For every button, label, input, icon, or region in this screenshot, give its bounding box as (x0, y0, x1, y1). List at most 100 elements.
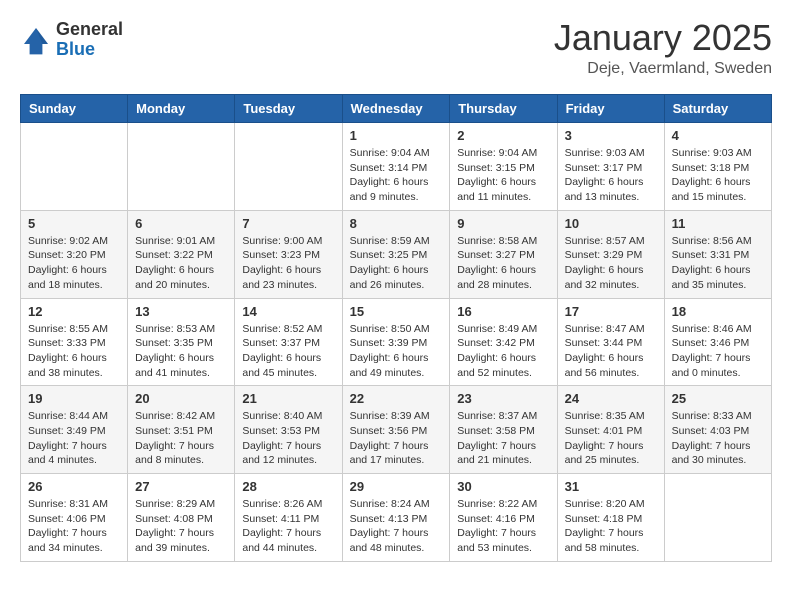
calendar-cell: 23 Sunrise: 8:37 AM Sunset: 3:58 PM Dayli… (450, 386, 557, 474)
day-info: Sunrise: 8:37 AM Sunset: 3:58 PM Dayligh… (457, 409, 549, 468)
day-info: Sunrise: 9:00 AM Sunset: 3:23 PM Dayligh… (242, 234, 334, 293)
day-info: Sunrise: 8:33 AM Sunset: 4:03 PM Dayligh… (672, 409, 764, 468)
day-info: Sunrise: 8:46 AM Sunset: 3:46 PM Dayligh… (672, 322, 764, 381)
calendar-cell: 6 Sunrise: 9:01 AM Sunset: 3:22 PM Daylig… (128, 210, 235, 298)
day-info: Sunrise: 9:03 AM Sunset: 3:18 PM Dayligh… (672, 146, 764, 205)
day-number: 20 (135, 391, 227, 406)
day-number: 7 (242, 216, 334, 231)
day-number: 15 (350, 304, 443, 319)
day-number: 31 (565, 479, 657, 494)
day-number: 24 (565, 391, 657, 406)
day-number: 28 (242, 479, 334, 494)
logo-blue-text: Blue (56, 40, 123, 60)
calendar-week-row: 19Sunrise: 8:44 AM Sunset: 3:49 PM Dayli… (21, 386, 772, 474)
day-info: Sunrise: 8:26 AM Sunset: 4:11 PM Dayligh… (242, 497, 334, 556)
calendar-cell: 22 Sunrise: 8:39 AM Sunset: 3:56 PM Dayli… (342, 386, 450, 474)
calendar-cell: 16Sunrise: 8:49 AM Sunset: 3:42 PM Dayli… (450, 298, 557, 386)
day-number: 9 (457, 216, 549, 231)
weekday-header-wednesday: Wednesday (342, 95, 450, 123)
calendar-cell: 1 Sunrise: 9:04 AM Sunset: 3:14 PM Daylig… (342, 123, 450, 211)
day-number: 1 (350, 128, 443, 143)
day-number: 12 (28, 304, 120, 319)
day-number: 10 (565, 216, 657, 231)
calendar-table: SundayMondayTuesdayWednesdayThursdayFrid… (20, 94, 772, 562)
calendar-cell: 5 Sunrise: 9:02 AM Sunset: 3:20 PM Daylig… (21, 210, 128, 298)
day-number: 22 (350, 391, 443, 406)
calendar-cell: 13Sunrise: 8:53 AM Sunset: 3:35 PM Dayli… (128, 298, 235, 386)
day-info: Sunrise: 8:57 AM Sunset: 3:29 PM Dayligh… (565, 234, 657, 293)
weekday-header-row: SundayMondayTuesdayWednesdayThursdayFrid… (21, 95, 772, 123)
day-info: Sunrise: 8:56 AM Sunset: 3:31 PM Dayligh… (672, 234, 764, 293)
day-number: 29 (350, 479, 443, 494)
day-info: Sunrise: 8:35 AM Sunset: 4:01 PM Dayligh… (565, 409, 657, 468)
day-number: 6 (135, 216, 227, 231)
calendar-cell: 25 Sunrise: 8:33 AM Sunset: 4:03 PM Dayli… (664, 386, 771, 474)
title-area: January 2025 Deje, Vaermland, Sweden (554, 20, 772, 78)
day-number: 21 (242, 391, 334, 406)
header: General Blue January 2025 Deje, Vaermlan… (20, 20, 772, 78)
calendar-cell (128, 123, 235, 211)
calendar-week-row: 12 Sunrise: 8:55 AM Sunset: 3:33 PM Dayli… (21, 298, 772, 386)
logo: General Blue (20, 20, 123, 60)
calendar-cell: 9 Sunrise: 8:58 AM Sunset: 3:27 PM Daylig… (450, 210, 557, 298)
day-number: 18 (672, 304, 764, 319)
day-number: 23 (457, 391, 549, 406)
day-info: Sunrise: 9:04 AM Sunset: 3:15 PM Dayligh… (457, 146, 549, 205)
day-info: Sunrise: 8:59 AM Sunset: 3:25 PM Dayligh… (350, 234, 443, 293)
calendar-cell: 30 Sunrise: 8:22 AM Sunset: 4:16 PM Dayli… (450, 474, 557, 562)
day-number: 26 (28, 479, 120, 494)
calendar-cell: 8 Sunrise: 8:59 AM Sunset: 3:25 PM Daylig… (342, 210, 450, 298)
day-info: Sunrise: 8:52 AM Sunset: 3:37 PM Dayligh… (242, 322, 334, 381)
day-info: Sunrise: 8:58 AM Sunset: 3:27 PM Dayligh… (457, 234, 549, 293)
calendar-cell: 3Sunrise: 9:03 AM Sunset: 3:17 PM Daylig… (557, 123, 664, 211)
day-number: 3 (565, 128, 657, 143)
calendar-week-row: 26 Sunrise: 8:31 AM Sunset: 4:06 PM Dayli… (21, 474, 772, 562)
day-number: 4 (672, 128, 764, 143)
calendar-cell: 19Sunrise: 8:44 AM Sunset: 3:49 PM Dayli… (21, 386, 128, 474)
calendar-cell: 15Sunrise: 8:50 AM Sunset: 3:39 PM Dayli… (342, 298, 450, 386)
day-number: 17 (565, 304, 657, 319)
calendar-cell: 27Sunrise: 8:29 AM Sunset: 4:08 PM Dayli… (128, 474, 235, 562)
day-number: 27 (135, 479, 227, 494)
day-info: Sunrise: 9:04 AM Sunset: 3:14 PM Dayligh… (350, 146, 443, 205)
calendar-cell: 18 Sunrise: 8:46 AM Sunset: 3:46 PM Dayli… (664, 298, 771, 386)
calendar-cell: 26 Sunrise: 8:31 AM Sunset: 4:06 PM Dayli… (21, 474, 128, 562)
day-info: Sunrise: 9:02 AM Sunset: 3:20 PM Dayligh… (28, 234, 120, 293)
calendar-cell: 14Sunrise: 8:52 AM Sunset: 3:37 PM Dayli… (235, 298, 342, 386)
weekday-header-saturday: Saturday (664, 95, 771, 123)
day-info: Sunrise: 8:55 AM Sunset: 3:33 PM Dayligh… (28, 322, 120, 381)
location-text: Deje, Vaermland, Sweden (554, 60, 772, 78)
day-number: 19 (28, 391, 120, 406)
day-info: Sunrise: 8:53 AM Sunset: 3:35 PM Dayligh… (135, 322, 227, 381)
calendar-cell: 7 Sunrise: 9:00 AM Sunset: 3:23 PM Daylig… (235, 210, 342, 298)
day-info: Sunrise: 8:31 AM Sunset: 4:06 PM Dayligh… (28, 497, 120, 556)
day-number: 30 (457, 479, 549, 494)
calendar-cell: 2Sunrise: 9:04 AM Sunset: 3:15 PM Daylig… (450, 123, 557, 211)
day-info: Sunrise: 8:42 AM Sunset: 3:51 PM Dayligh… (135, 409, 227, 468)
logo-text: General Blue (56, 20, 123, 60)
calendar-week-row: 5 Sunrise: 9:02 AM Sunset: 3:20 PM Daylig… (21, 210, 772, 298)
day-number: 5 (28, 216, 120, 231)
day-info: Sunrise: 8:24 AM Sunset: 4:13 PM Dayligh… (350, 497, 443, 556)
day-info: Sunrise: 9:01 AM Sunset: 3:22 PM Dayligh… (135, 234, 227, 293)
calendar-cell: 21 Sunrise: 8:40 AM Sunset: 3:53 PM Dayli… (235, 386, 342, 474)
calendar-cell: 12 Sunrise: 8:55 AM Sunset: 3:33 PM Dayli… (21, 298, 128, 386)
calendar-cell: 20 Sunrise: 8:42 AM Sunset: 3:51 PM Dayli… (128, 386, 235, 474)
weekday-header-tuesday: Tuesday (235, 95, 342, 123)
calendar-cell: 24 Sunrise: 8:35 AM Sunset: 4:01 PM Dayli… (557, 386, 664, 474)
day-info: Sunrise: 8:40 AM Sunset: 3:53 PM Dayligh… (242, 409, 334, 468)
day-number: 8 (350, 216, 443, 231)
calendar-cell: 17Sunrise: 8:47 AM Sunset: 3:44 PM Dayli… (557, 298, 664, 386)
day-info: Sunrise: 8:39 AM Sunset: 3:56 PM Dayligh… (350, 409, 443, 468)
calendar-cell: 10 Sunrise: 8:57 AM Sunset: 3:29 PM Dayli… (557, 210, 664, 298)
calendar-cell: 4 Sunrise: 9:03 AM Sunset: 3:18 PM Daylig… (664, 123, 771, 211)
calendar-cell: 11Sunrise: 8:56 AM Sunset: 3:31 PM Dayli… (664, 210, 771, 298)
calendar-cell: 28 Sunrise: 8:26 AM Sunset: 4:11 PM Dayli… (235, 474, 342, 562)
weekday-header-friday: Friday (557, 95, 664, 123)
day-info: Sunrise: 8:22 AM Sunset: 4:16 PM Dayligh… (457, 497, 549, 556)
logo-icon (20, 24, 52, 56)
day-number: 25 (672, 391, 764, 406)
weekday-header-thursday: Thursday (450, 95, 557, 123)
month-title: January 2025 (554, 20, 772, 56)
weekday-header-monday: Monday (128, 95, 235, 123)
